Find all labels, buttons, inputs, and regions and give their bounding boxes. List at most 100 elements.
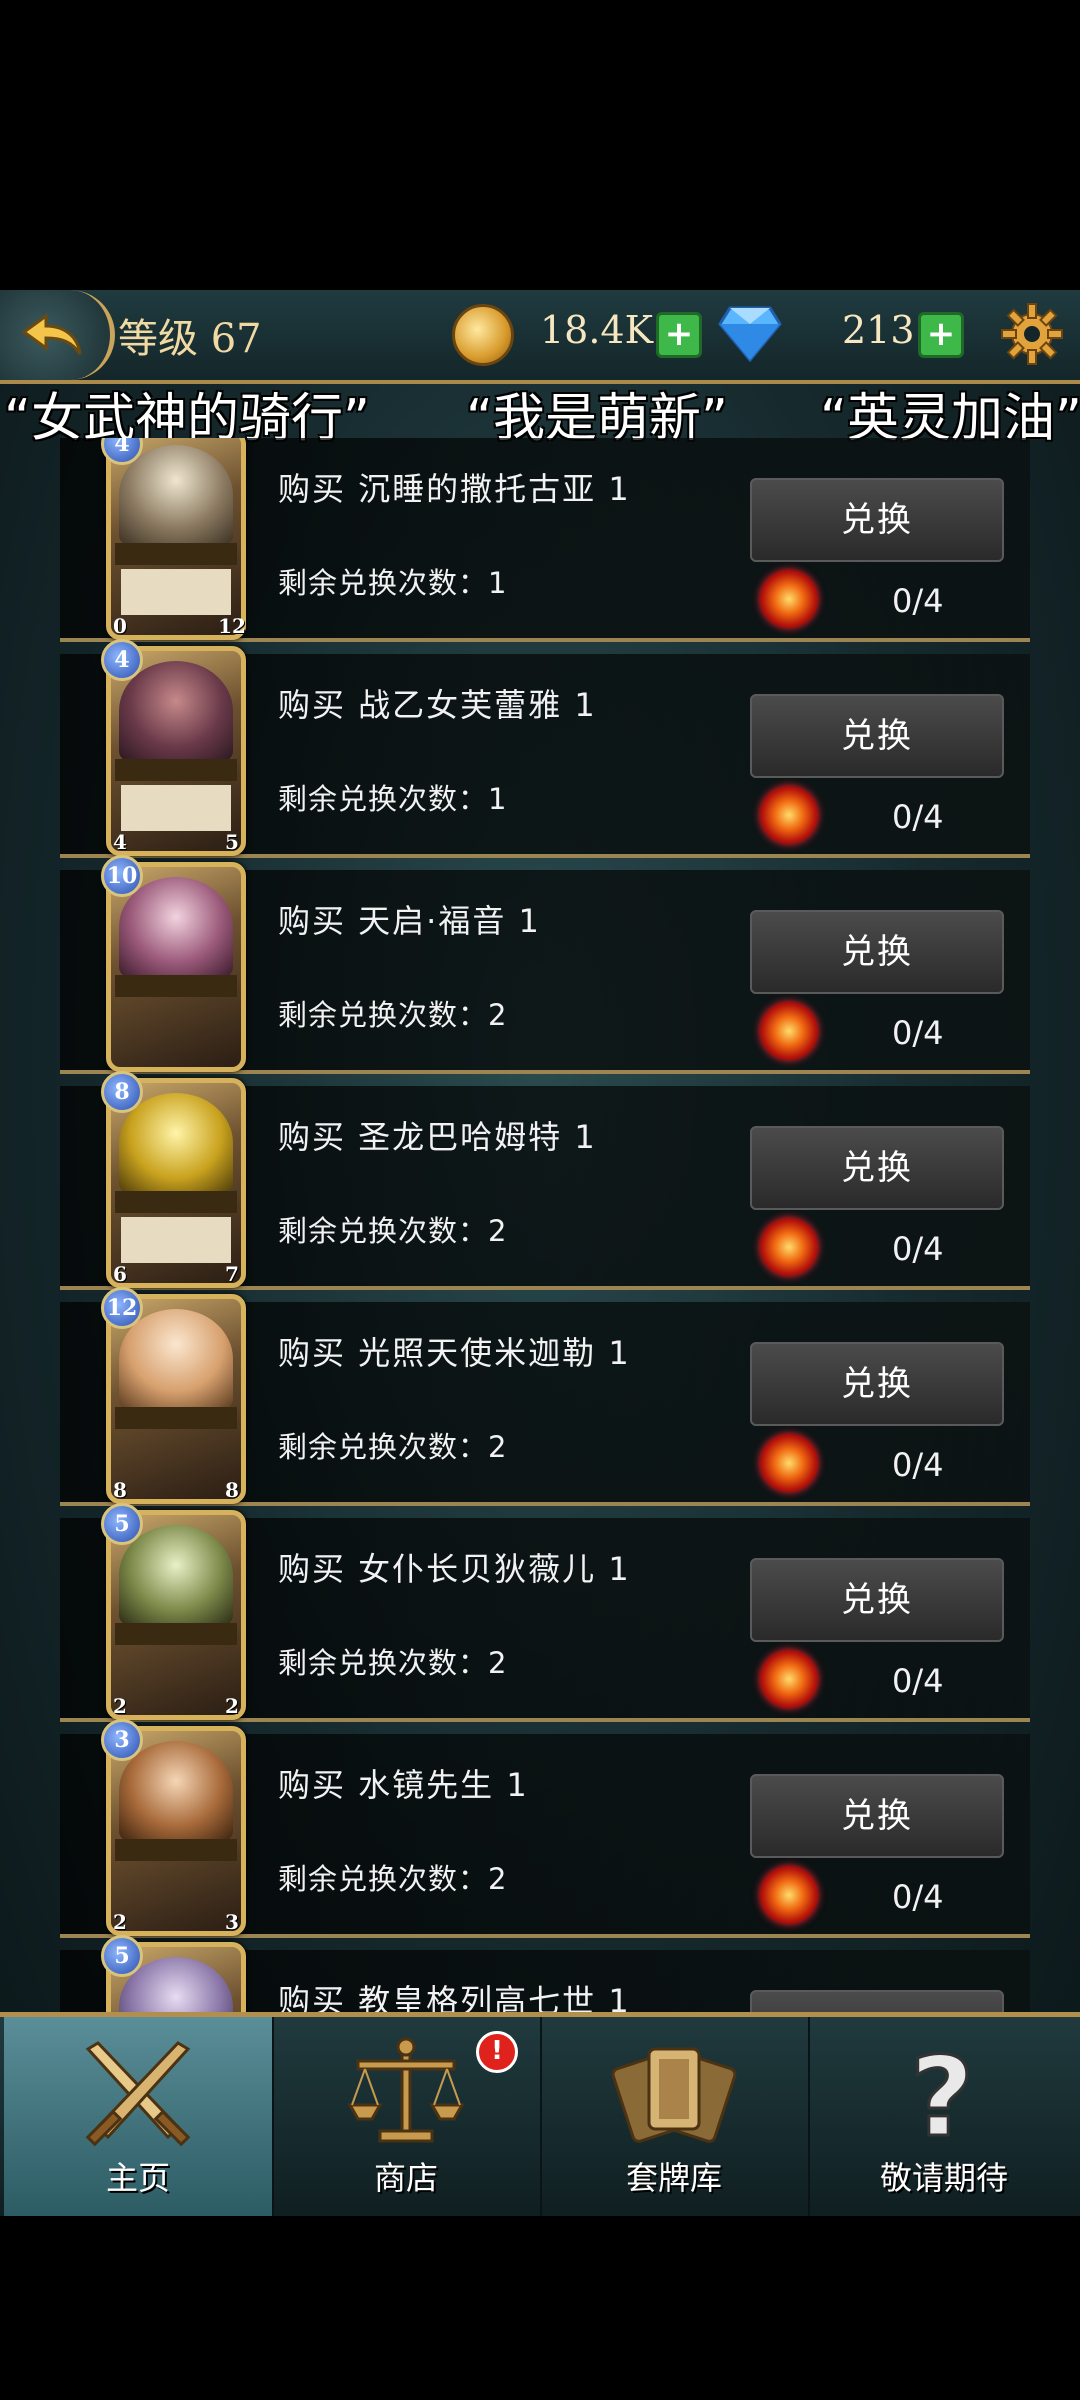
player-level: 等级 67 <box>118 316 262 362</box>
exchange-button[interactable]: 兑换 <box>750 694 1004 778</box>
card-art <box>119 1309 233 1409</box>
material-count: 0/4 <box>892 798 944 836</box>
mana-cost: 12 <box>101 1287 143 1329</box>
mana-cost: 8 <box>101 1071 143 1113</box>
health-value <box>217 1043 247 1073</box>
card-art <box>119 1741 233 1841</box>
exchange-button[interactable]: 兑换 <box>750 1774 1004 1858</box>
remaining-exchanges: 剩余兑换次数：2 <box>278 1646 508 1680</box>
question-mark-icon: ? <box>909 2035 976 2155</box>
balance-scale-icon <box>347 2037 465 2143</box>
card-thumbnail[interactable]: 8 6 7 <box>101 1071 246 1288</box>
exchange-row: 4 4 5 购买 战乙女芙蕾雅 1 剩余兑换次数：1 兑换 0/4 <box>60 639 1030 858</box>
gear-icon[interactable] <box>1000 302 1064 366</box>
card-thumbnail[interactable]: 4 4 5 <box>101 639 246 856</box>
back-button[interactable] <box>0 290 115 380</box>
material-count: 0/4 <box>892 1014 944 1052</box>
notification-badge: ! <box>476 2031 518 2073</box>
mana-cost: 5 <box>101 1935 143 1977</box>
exchange-row: 4 0 12 购买 沉睡的撒托古亚 1 剩余兑换次数：1 兑换 0/4 <box>60 438 1030 642</box>
remaining-exchanges: 剩余兑换次数：2 <box>278 1430 508 1464</box>
remaining-exchanges: 剩余兑换次数：1 <box>278 782 508 816</box>
remaining-exchanges: 剩余兑换次数：2 <box>278 998 508 1032</box>
exchange-row: 5 2 2 购买 女仆长贝狄薇儿 1 剩余兑换次数：2 兑换 0/4 <box>60 1503 1030 1722</box>
card-description <box>121 785 231 831</box>
tab-label: 套牌库 <box>625 2159 722 2197</box>
exchange-row: 12 8 8 购买 光照天使米迦勒 1 剩余兑换次数：2 兑换 0/4 <box>60 1287 1030 1506</box>
tab-coming-soon[interactable]: ? 敬请期待 <box>808 2017 1080 2216</box>
exchange-row: 3 2 3 购买 水镜先生 1 剩余兑换次数：2 兑换 0/4 <box>60 1719 1030 1938</box>
soul-orb-icon <box>760 1002 818 1060</box>
card-art <box>119 661 233 761</box>
card-name-plate <box>115 1407 237 1429</box>
card-thumbnail[interactable]: 3 2 3 <box>101 1719 246 1936</box>
tab-label: 敬请期待 <box>879 2159 1008 2197</box>
tab-home[interactable]: 主页 <box>4 2017 274 2216</box>
buy-title: 购买 女仆长贝狄薇儿 1 <box>278 1550 631 1588</box>
health-value: 2 <box>225 1694 239 1718</box>
health-value: 5 <box>225 830 239 854</box>
card-deck-icon <box>611 2047 737 2143</box>
material-count: 0/4 <box>892 1230 944 1268</box>
card-thumbnail[interactable]: 10 <box>101 855 247 1073</box>
card-thumbnail[interactable]: 4 0 12 <box>101 438 246 640</box>
card-name-plate <box>115 759 237 781</box>
card-thumbnail[interactable]: 12 8 8 <box>101 1287 246 1504</box>
card-art <box>119 1525 233 1625</box>
mana-cost: 4 <box>101 639 143 681</box>
exchange-button[interactable]: 兑换 <box>750 1126 1004 1210</box>
attack-value <box>105 1043 135 1073</box>
mana-cost: 5 <box>101 1503 143 1545</box>
buy-title: 购买 战乙女芙蕾雅 1 <box>278 686 597 724</box>
add-diamonds-button[interactable]: + <box>918 312 964 358</box>
health-value: 12 <box>218 614 246 638</box>
crossed-swords-icon <box>85 2041 191 2147</box>
card-thumbnail[interactable]: 5 <box>101 1935 246 2018</box>
diamond-icon <box>718 306 782 362</box>
exchange-button[interactable]: 兑换 <box>750 478 1004 562</box>
card-name-plate <box>115 1623 237 1645</box>
diamond-balance: 213 <box>842 308 915 352</box>
exchange-button[interactable]: 兑换 <box>750 910 1004 994</box>
tab-shop[interactable]: ! 商店 <box>272 2017 542 2216</box>
card-name-plate <box>115 1839 237 1861</box>
coin-balance: 18.4K <box>540 308 653 352</box>
card-thumbnail[interactable]: 5 2 2 <box>101 1503 246 1720</box>
mana-cost: 3 <box>101 1719 143 1761</box>
attack-value: 2 <box>113 1694 127 1718</box>
buy-title: 购买 圣龙巴哈姆特 1 <box>278 1118 597 1156</box>
buy-title: 购买 水镜先生 1 <box>278 1766 529 1804</box>
bottom-navigation: 主页 ! 商店 套牌库 ? 敬请期待 <box>0 2012 1080 2216</box>
add-coins-button[interactable]: + <box>656 312 702 358</box>
card-name-plate <box>115 543 237 565</box>
tab-label: 主页 <box>105 2159 170 2197</box>
buy-title: 购买 天启·福音 1 <box>278 902 541 940</box>
tab-label: 商店 <box>373 2159 438 2197</box>
attack-value: 2 <box>113 1910 127 1934</box>
attack-value: 4 <box>113 830 127 854</box>
tab-deck[interactable]: 套牌库 <box>540 2017 810 2216</box>
announcement-marquee: “女武神的骑行” “我是萌新” “英灵加油” <box>0 376 1080 449</box>
material-count: 0/4 <box>892 1662 944 1700</box>
card-description <box>121 569 231 615</box>
back-arrow-icon <box>21 313 82 355</box>
health-value: 8 <box>225 1478 239 1502</box>
attack-value: 8 <box>113 1478 127 1502</box>
material-count: 0/4 <box>892 1446 944 1484</box>
buy-title: 购买 光照天使米迦勒 1 <box>278 1334 631 1372</box>
exchange-list[interactable]: 4 0 12 购买 沉睡的撒托古亚 1 剩余兑换次数：1 兑换 0/4 4 4 … <box>60 438 1030 2018</box>
exchange-row: 8 6 7 购买 圣龙巴哈姆特 1 剩余兑换次数：2 兑换 0/4 <box>60 1071 1030 1290</box>
soul-orb-icon <box>760 570 818 628</box>
remaining-exchanges: 剩余兑换次数：1 <box>278 566 508 600</box>
exchange-button[interactable]: 兑换 <box>750 1342 1004 1426</box>
remaining-exchanges: 剩余兑换次数：2 <box>278 1862 508 1896</box>
card-art <box>119 445 233 545</box>
soul-orb-icon <box>760 1218 818 1276</box>
card-art <box>119 877 233 977</box>
exchange-button[interactable]: 兑换 <box>750 1558 1004 1642</box>
svg-text:?: ? <box>910 2035 974 2155</box>
material-count: 0/4 <box>892 582 944 620</box>
soul-orb-icon <box>760 786 818 844</box>
exchange-row: 10 购买 天启·福音 1 剩余兑换次数：2 兑换 0/4 <box>60 855 1030 1074</box>
card-description <box>121 1217 231 1263</box>
